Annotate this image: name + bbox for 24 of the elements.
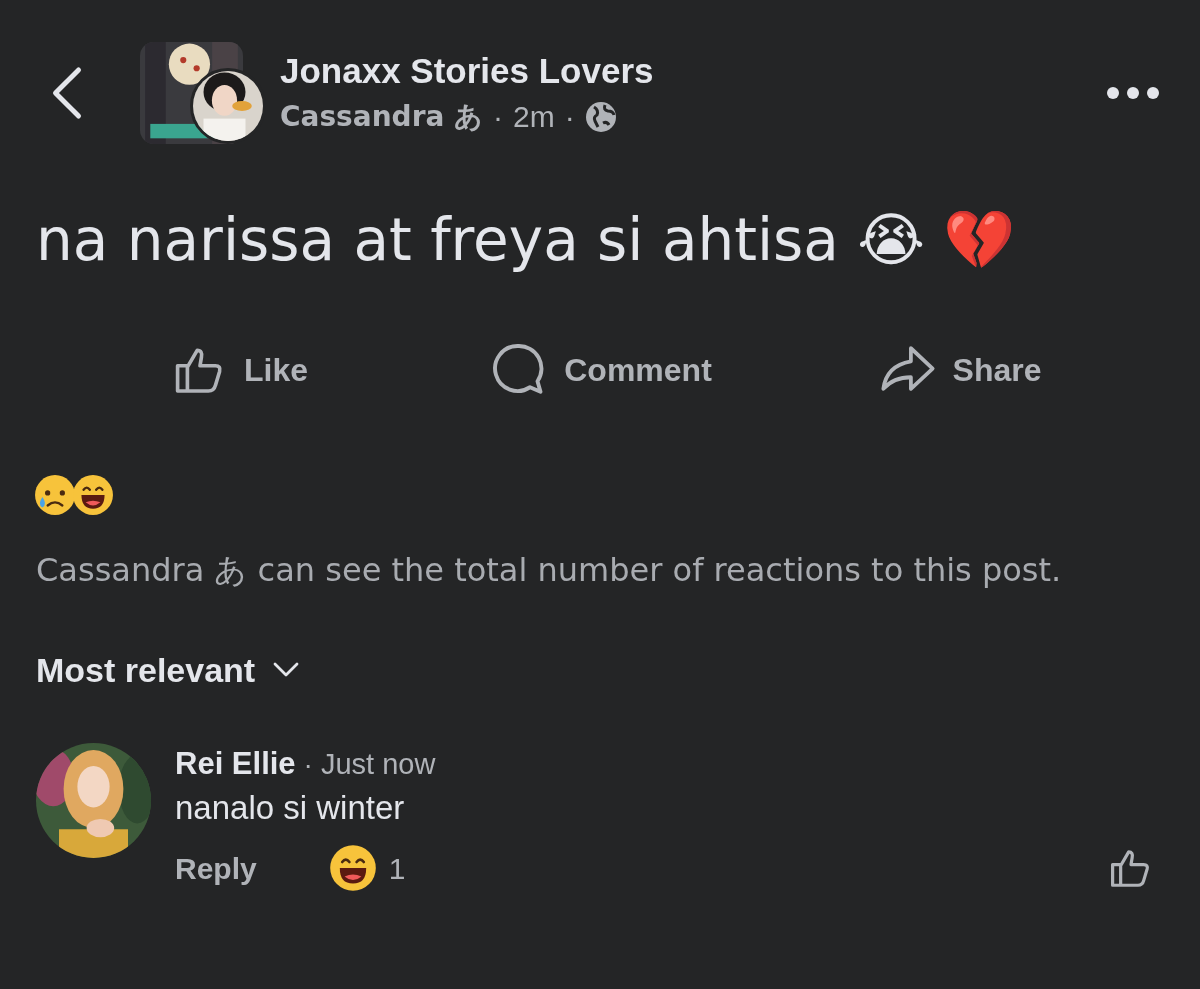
sort-dropdown[interactable]: Most relevant <box>36 644 300 696</box>
separator-dot: · <box>493 98 504 135</box>
laughing-face-icon <box>328 844 377 892</box>
sad-face-icon <box>34 474 76 516</box>
group-name[interactable]: Jonaxx Stories Lovers <box>280 48 654 93</box>
comment-text: nanalo si winter <box>175 788 406 828</box>
reactions-notice: Cassandra あ can see the total number of reactions to this post. <box>36 550 1062 591</box>
reaction-count: 1 <box>388 850 406 887</box>
globe-icon <box>584 100 617 133</box>
chevron-down-icon <box>273 662 300 678</box>
post-text: na narissa at freya si ahtisa 😭 💔 <box>36 205 1016 275</box>
comment-time: Just now <box>320 747 436 782</box>
more-options-icon[interactable] <box>1106 85 1160 100</box>
back-icon[interactable] <box>50 64 84 121</box>
post-time: 2m <box>513 98 555 135</box>
laughing-face-icon <box>72 474 114 516</box>
share-button[interactable]: Share <box>780 335 1140 405</box>
separator-dot: · <box>303 748 313 782</box>
author-name[interactable]: Cassandra あ <box>280 96 484 137</box>
like-button[interactable]: Like <box>60 336 420 404</box>
commenter-name[interactable]: Rei Ellie <box>175 741 296 788</box>
reply-button[interactable]: Reply <box>175 845 257 891</box>
comment-button[interactable]: Comment <box>420 334 780 406</box>
separator-dot: · <box>564 98 575 135</box>
